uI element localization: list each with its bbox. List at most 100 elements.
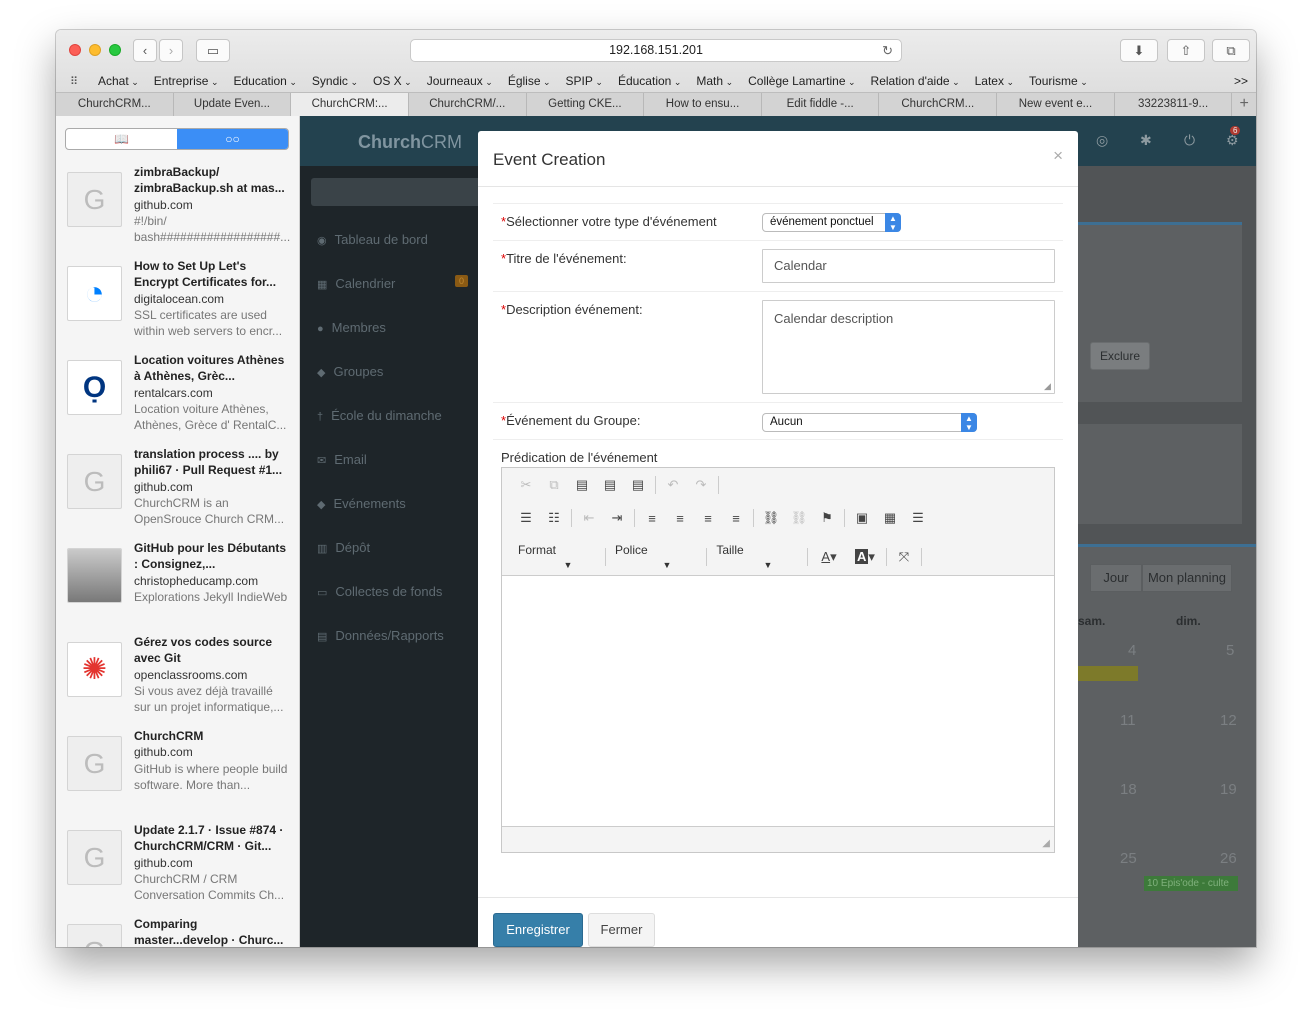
event-type-select[interactable]: événement ponctuel ▲ ▼: [762, 213, 901, 232]
zoom-window-button[interactable]: [109, 44, 121, 56]
reading-list-tab[interactable]: ○○: [177, 129, 288, 149]
reading-list-item[interactable]: Gtranslation process .... by phili67 · P…: [56, 446, 299, 540]
browser-tab[interactable]: How to ensu...: [644, 93, 762, 116]
resize-grip-icon[interactable]: ◢: [1044, 381, 1051, 392]
nav-item[interactable]: ◆ Groupes: [317, 364, 383, 379]
redo-icon[interactable]: ↷: [687, 477, 715, 493]
browser-tab[interactable]: ChurchCRM...: [879, 93, 998, 116]
table-icon[interactable]: ▦: [876, 510, 904, 526]
app-logo[interactable]: ChurchCRM: [358, 132, 462, 153]
nav-item[interactable]: ✉ Email: [317, 452, 367, 467]
bug-icon[interactable]: ✱: [1140, 132, 1152, 149]
cal-date[interactable]: 4: [1128, 642, 1136, 659]
editor-resize-grip-icon[interactable]: ◢: [1042, 838, 1050, 849]
share-button[interactable]: ⇧: [1167, 39, 1205, 62]
justify-icon[interactable]: ≡: [722, 511, 750, 526]
image-icon[interactable]: ▣: [848, 510, 876, 526]
cut-icon[interactable]: ✂: [512, 477, 540, 493]
fav-item[interactable]: Achat: [98, 74, 139, 88]
nav-item[interactable]: ● Membres: [317, 320, 386, 335]
nav-item[interactable]: ◉ Tableau de bord: [317, 232, 428, 247]
fav-item[interactable]: Education: [233, 74, 296, 88]
minimize-window-button[interactable]: [89, 44, 101, 56]
reading-list-item[interactable]: GzimbraBackup/ zimbraBackup.sh at mas...…: [56, 164, 299, 258]
browser-tab[interactable]: 33223811-9...: [1115, 93, 1233, 116]
paste-word-icon[interactable]: ▤: [624, 477, 652, 493]
browser-tab[interactable]: ChurchCRM...: [56, 93, 174, 116]
fav-item[interactable]: Entreprise: [154, 74, 219, 88]
browser-tab-active[interactable]: ChurchCRM:...: [291, 93, 409, 116]
link-icon[interactable]: ⛓: [757, 510, 785, 526]
bookmarks-tab[interactable]: 📖: [66, 129, 177, 149]
exclude-button[interactable]: Exclure: [1090, 342, 1150, 370]
address-bar[interactable]: 192.168.151.201 ↻: [410, 39, 902, 62]
format-dropdown[interactable]: Format ▼: [512, 543, 602, 571]
reading-list-item[interactable]: ✺ Gérez vos codes source avec Git openclas…: [56, 634, 299, 728]
align-center-icon[interactable]: ≡: [666, 511, 694, 526]
background-color-icon[interactable]: A ▾: [847, 549, 883, 565]
tabs-overview-button[interactable]: ⧉: [1212, 39, 1250, 62]
reading-list-item[interactable]: GitHub pour les Débutants : Consignez,..…: [56, 540, 299, 634]
cal-date[interactable]: 11: [1120, 712, 1136, 729]
cal-date[interactable]: 18: [1120, 781, 1137, 798]
forward-button[interactable]: ›: [159, 39, 183, 62]
reload-icon[interactable]: ↻: [882, 40, 893, 61]
nav-item[interactable]: ▭ Collectes de fonds: [317, 584, 442, 599]
new-tab-button[interactable]: +: [1232, 93, 1256, 116]
undo-icon[interactable]: ↶: [659, 477, 687, 493]
nav-item[interactable]: ▤ Données/Rapports: [317, 628, 444, 643]
anchor-flag-icon[interactable]: ⚑: [813, 510, 841, 526]
unlink-icon[interactable]: ⛓: [785, 510, 813, 526]
modal-close-button[interactable]: ×: [1053, 146, 1063, 166]
indent-icon[interactable]: ⇥: [603, 510, 631, 526]
day-view-button[interactable]: Jour: [1090, 564, 1142, 592]
back-button[interactable]: ‹: [133, 39, 157, 62]
fav-item[interactable]: Tourisme: [1029, 74, 1088, 88]
nav-item[interactable]: ▥ Dépôt: [317, 540, 370, 555]
browser-tab[interactable]: New event e...: [997, 93, 1115, 116]
event-group-select[interactable]: Aucun ▲ ▼: [762, 413, 977, 432]
nav-item[interactable]: † École du dimanche: [317, 408, 442, 423]
align-right-icon[interactable]: ≡: [694, 511, 722, 526]
close-button[interactable]: Fermer: [588, 913, 655, 947]
outdent-icon[interactable]: ⇤: [575, 510, 603, 526]
paste-text-icon[interactable]: ▤: [596, 477, 624, 493]
favorites-more-button[interactable]: >>: [1234, 74, 1248, 88]
reading-list-item[interactable]: ◔ How to Set Up Let's Encrypt Certificate…: [56, 258, 299, 352]
grid-icon[interactable]: ⠿: [70, 75, 86, 88]
sidebar-toggle-button[interactable]: ▭: [196, 39, 230, 62]
reading-list-item[interactable]: G Update 2.1.7 · Issue #874 · ChurchCRM/C…: [56, 822, 299, 916]
fav-item[interactable]: Éducation: [618, 74, 681, 88]
reading-list-item[interactable]: G ChurchCRM github.com GitHub is where peop…: [56, 728, 299, 822]
paste-icon[interactable]: ▤: [568, 477, 596, 493]
fav-item[interactable]: SPIP: [566, 74, 603, 88]
fav-item[interactable]: OS X: [373, 74, 412, 88]
event-description-textarea[interactable]: Calendar description: [762, 300, 1055, 394]
fav-item[interactable]: Collège Lamartine: [748, 74, 855, 88]
my-schedule-button[interactable]: Mon planning: [1142, 564, 1232, 592]
calendar-event[interactable]: [1078, 666, 1138, 681]
save-button[interactable]: Enregistrer: [493, 913, 583, 947]
cal-date[interactable]: 12: [1220, 712, 1237, 729]
align-left-icon[interactable]: ≡: [638, 511, 666, 526]
nav-item[interactable]: ▦ Calendrier 0: [317, 275, 469, 291]
event-title-input[interactable]: Calendar: [762, 249, 1055, 283]
browser-tab[interactable]: Update Even...: [174, 93, 292, 116]
calendar-event[interactable]: 10 Epis'ode - culte: [1144, 876, 1238, 891]
bulleted-list-icon[interactable]: ☷: [540, 510, 568, 526]
power-icon[interactable]: ⏻: [1184, 132, 1195, 149]
browser-tab[interactable]: ChurchCRM/...: [409, 93, 527, 116]
fav-item[interactable]: Journeaux: [427, 74, 493, 88]
nav-item[interactable]: ◆ Evénements: [317, 496, 406, 511]
copy-icon[interactable]: ⧉: [540, 477, 568, 493]
fav-item[interactable]: Math: [696, 74, 733, 88]
fav-item[interactable]: Relation d'aide: [871, 74, 960, 88]
browser-tab[interactable]: Getting CKE...: [527, 93, 645, 116]
browser-tab[interactable]: Edit fiddle -...: [762, 93, 880, 116]
horizontal-rule-icon[interactable]: ☰: [904, 510, 932, 526]
editor-content-area[interactable]: [502, 575, 1054, 827]
downloads-button[interactable]: ⬇: [1120, 39, 1158, 62]
cal-date[interactable]: 26: [1220, 850, 1237, 867]
fav-item[interactable]: Église: [508, 74, 551, 88]
reading-list-item[interactable]: G Comparing master...develop · Churc...gi…: [56, 916, 299, 947]
